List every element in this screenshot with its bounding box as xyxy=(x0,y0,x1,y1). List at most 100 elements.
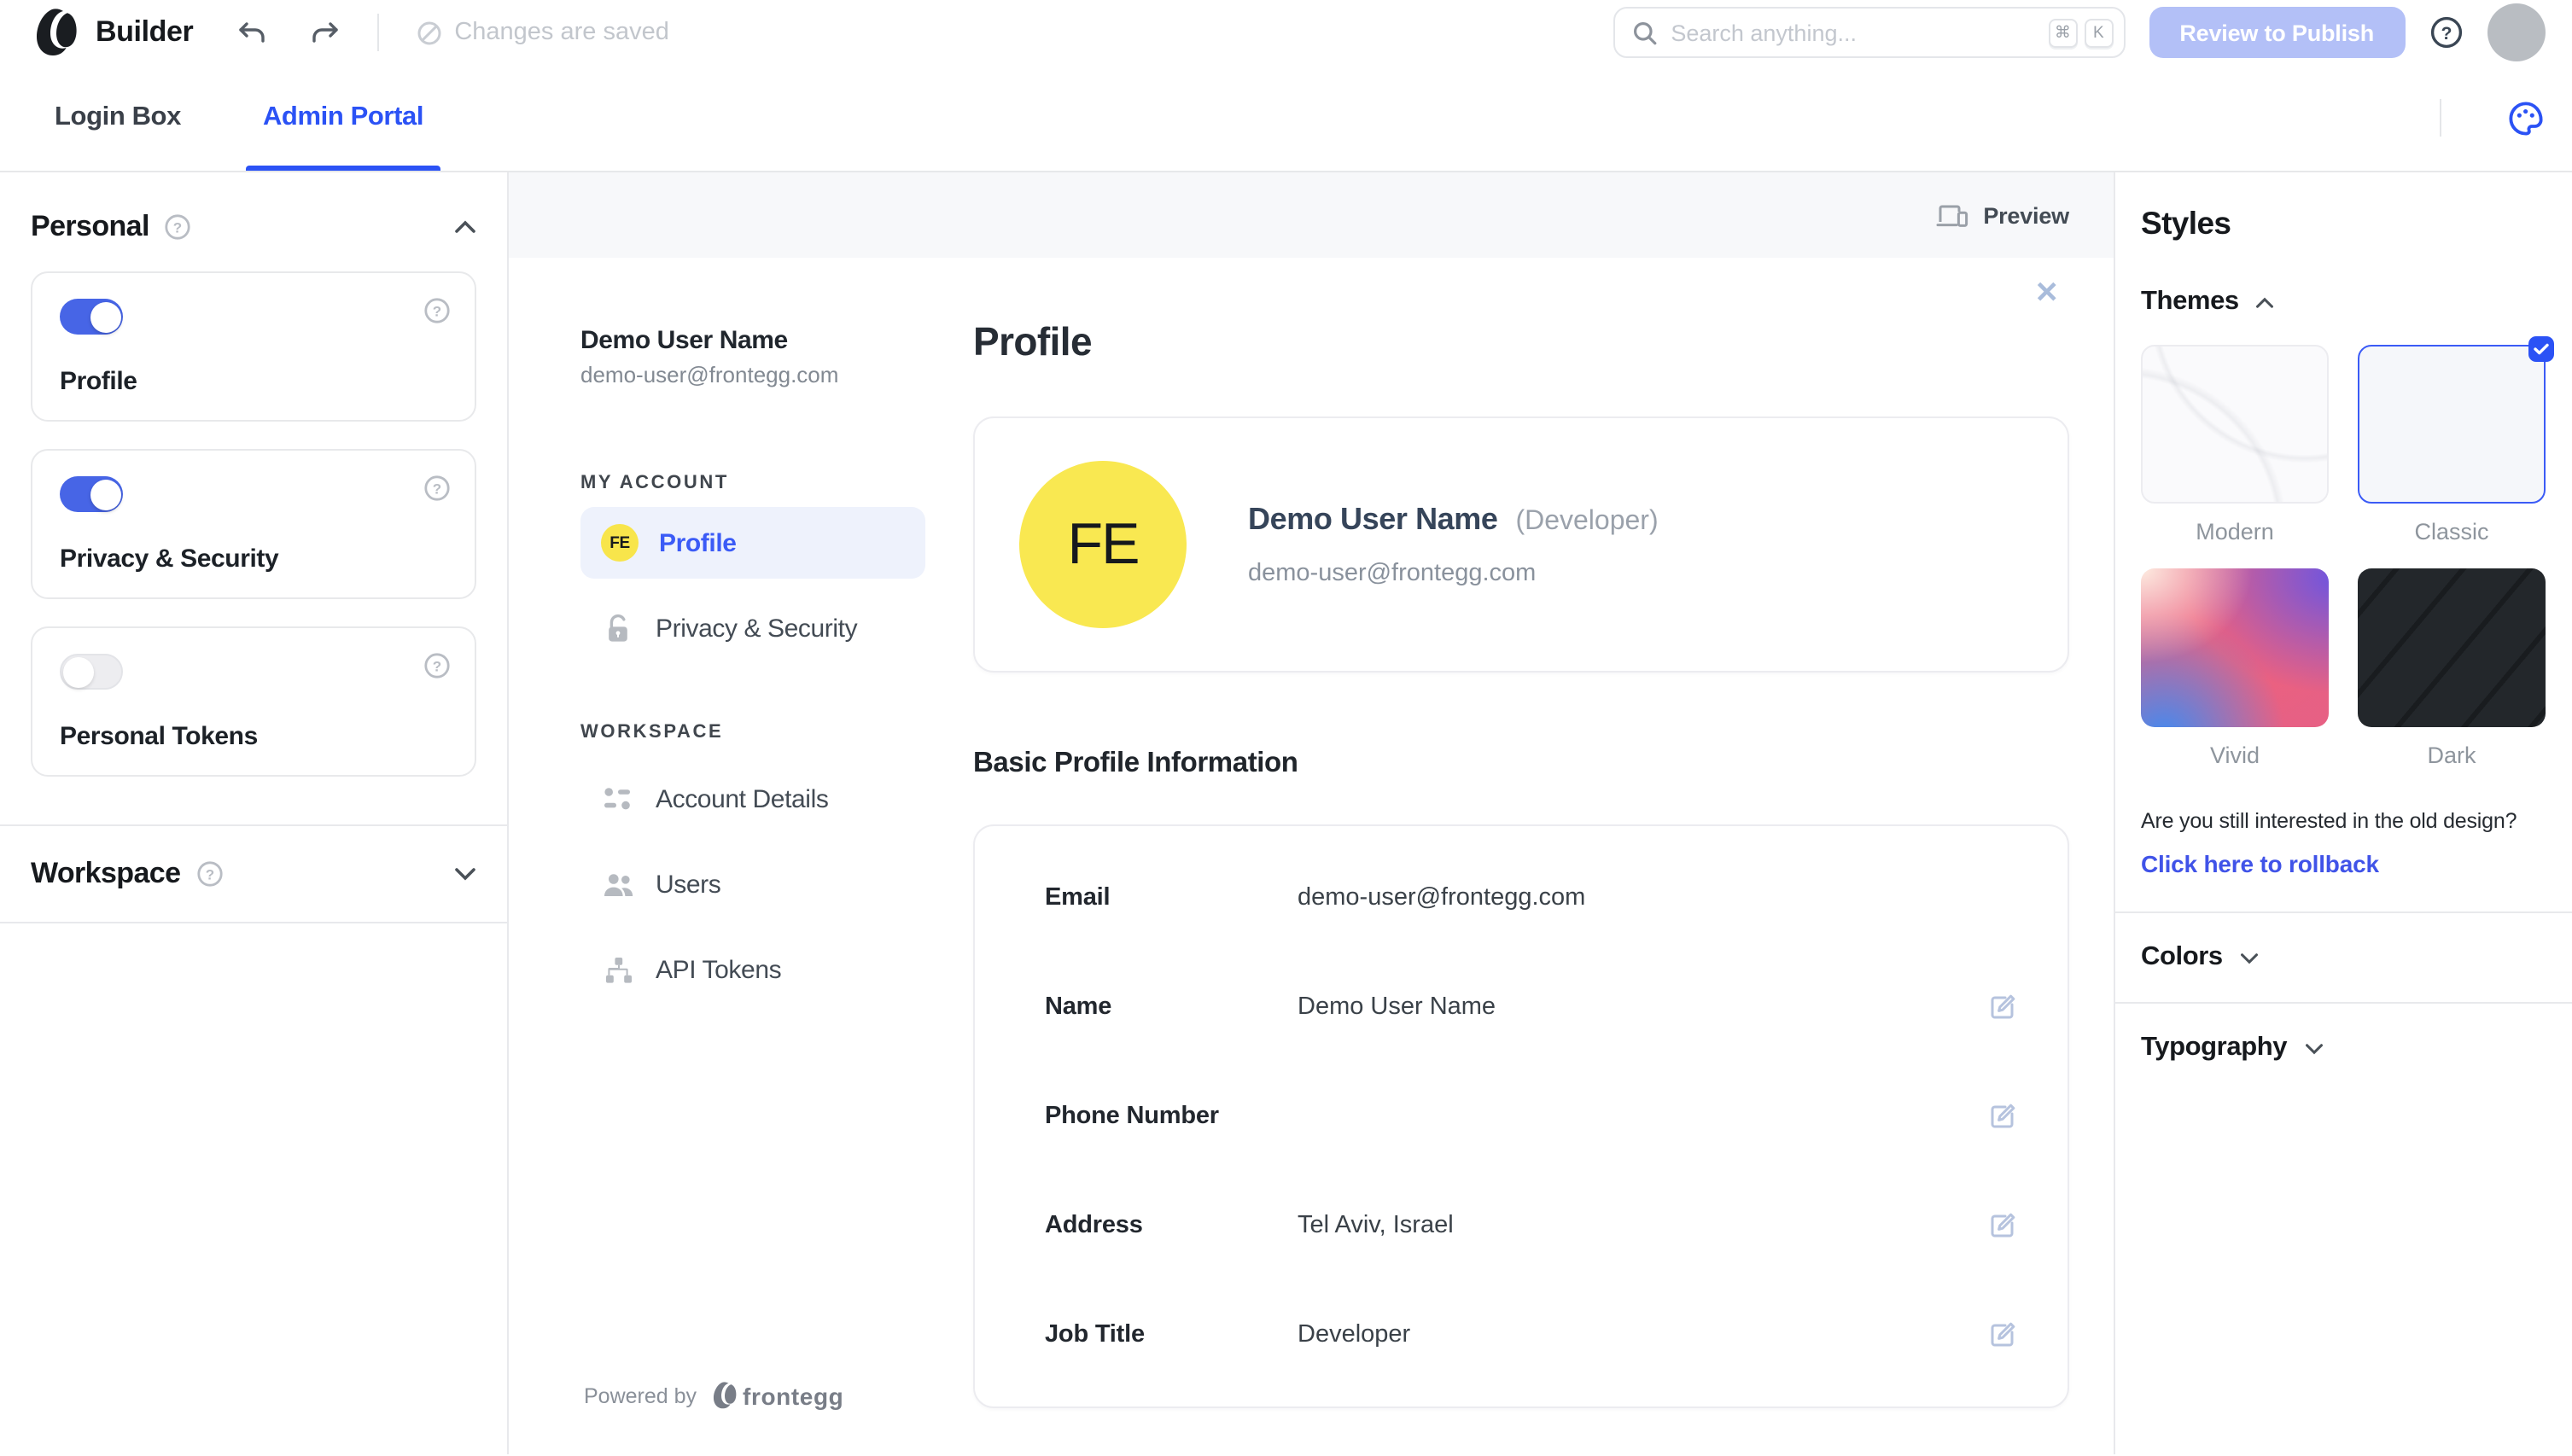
frontegg-brand-name: frontegg xyxy=(743,1382,844,1409)
undo-icon[interactable] xyxy=(237,20,266,45)
sidebar-divider xyxy=(0,824,507,826)
field-label: Email xyxy=(1045,884,1111,911)
personal-section-header: Personal ? xyxy=(31,210,476,244)
page-title: Profile xyxy=(973,319,1093,364)
personal-tokens-help-icon[interactable]: ? xyxy=(423,652,451,679)
field-label: Job Title xyxy=(1045,1321,1145,1348)
theme-option-modern[interactable]: Modern xyxy=(2141,345,2329,545)
feature-label: Privacy & Security xyxy=(60,545,279,574)
nav-item-privacy-security[interactable]: Privacy & Security xyxy=(580,592,925,664)
svg-text:?: ? xyxy=(433,303,441,319)
styles-panel: Styles Themes Modern Classic Vivid Dark … xyxy=(2114,172,2572,1454)
rollback-link[interactable]: Click here to rollback xyxy=(2141,850,2546,877)
colors-expand-chevron-down-icon xyxy=(2240,952,2258,964)
frontegg-logo-icon xyxy=(34,7,79,58)
search-input[interactable] xyxy=(1671,20,2035,45)
theme-option-dark[interactable]: Dark xyxy=(2358,568,2546,768)
field-row-email: Email demo-user@frontegg.com xyxy=(975,843,2068,952)
user-summary-card: FE Demo User Name (Developer) demo-user@… xyxy=(973,416,2069,673)
preview-bar: Preview xyxy=(509,172,2114,258)
preview-canvas: Preview ✕ Demo User Name demo-user@front… xyxy=(509,172,2114,1454)
svg-text:?: ? xyxy=(433,658,441,674)
field-label: Name xyxy=(1045,993,1112,1021)
workspace-help-icon[interactable]: ? xyxy=(195,860,223,888)
edit-icon[interactable] xyxy=(1989,1212,2016,1239)
personal-collapse-chevron-up-icon[interactable] xyxy=(454,220,476,234)
api-tokens-icon xyxy=(601,955,635,984)
builder-app: Builder Changes are saved Search anythin… xyxy=(0,0,2572,1456)
sidebar-divider xyxy=(0,922,507,923)
workspace-section-header: Workspace ? xyxy=(31,857,476,891)
nav-item-profile[interactable]: FE Profile xyxy=(580,507,925,579)
profile-user-name: Demo User Name xyxy=(1248,502,1498,536)
theme-option-vivid[interactable]: Vivid xyxy=(2141,568,2329,768)
tabs-divider xyxy=(2439,99,2441,137)
workspace-expand-chevron-down-icon[interactable] xyxy=(454,867,476,881)
tab-login-box[interactable]: Login Box xyxy=(48,65,188,171)
k-key-badge: K xyxy=(2084,18,2114,47)
privacy-security-help-icon[interactable]: ? xyxy=(423,475,451,502)
themes-header[interactable]: Themes xyxy=(2141,287,2546,317)
saved-slash-icon xyxy=(417,20,441,44)
search-icon xyxy=(1633,21,1656,44)
field-label: Phone Number xyxy=(1045,1103,1219,1130)
field-label: Address xyxy=(1045,1212,1143,1239)
profile-help-icon[interactable]: ? xyxy=(423,297,451,324)
nav-item-api-tokens[interactable]: API Tokens xyxy=(580,934,925,1005)
powered-by-footer: Powered by frontegg xyxy=(584,1381,843,1410)
svg-text:?: ? xyxy=(433,480,441,497)
users-icon xyxy=(601,871,635,897)
personal-help-icon[interactable]: ? xyxy=(165,213,192,241)
admin-portal-preview-modal: ✕ Demo User Name demo-user@frontegg.com … xyxy=(509,258,2114,1454)
feature-label: Profile xyxy=(60,367,137,396)
user-avatar[interactable] xyxy=(2487,3,2545,61)
nav-item-label: Account Details xyxy=(656,784,829,813)
svg-text:?: ? xyxy=(205,866,213,882)
theme-option-classic[interactable]: Classic xyxy=(2358,336,2554,545)
field-row-name: Name Demo User Name xyxy=(975,952,2068,1062)
typography-title: Typography xyxy=(2141,1033,2288,1062)
profile-toggle[interactable] xyxy=(60,299,123,335)
tab-admin-portal[interactable]: Admin Portal xyxy=(245,65,441,171)
privacy-security-toggle[interactable] xyxy=(60,476,123,512)
help-icon[interactable]: ? xyxy=(2429,15,2463,50)
typography-section-header[interactable]: Typography xyxy=(2141,1004,2546,1092)
theme-thumbnail-vivid[interactable] xyxy=(2141,568,2329,727)
field-value: Demo User Name xyxy=(1298,993,1496,1021)
edit-icon[interactable] xyxy=(1989,993,2016,1021)
top-header: Builder Changes are saved Search anythin… xyxy=(0,0,2572,65)
theme-thumbnail-modern[interactable] xyxy=(2141,345,2329,504)
themes-collapse-chevron-up-icon xyxy=(2256,296,2274,307)
cmd-key-badge: ⌘ xyxy=(2048,18,2078,47)
theme-grid: Modern Classic Vivid Dark xyxy=(2141,336,2554,792)
profile-avatar: FE xyxy=(1019,461,1187,628)
user-initials-badge: FE xyxy=(601,524,639,562)
theme-thumbnail-classic[interactable] xyxy=(2358,336,2554,504)
workspace-section-title: Workspace xyxy=(31,857,181,889)
theme-thumbnail-dark[interactable] xyxy=(2358,568,2546,727)
edit-icon[interactable] xyxy=(1989,1321,2016,1348)
feature-label: Personal Tokens xyxy=(60,722,258,751)
svg-text:?: ? xyxy=(2441,24,2452,44)
app-title: Builder xyxy=(96,15,194,48)
nav-item-users[interactable]: Users xyxy=(580,848,925,920)
palette-icon[interactable] xyxy=(2505,98,2545,137)
global-search[interactable]: ⌘ K xyxy=(1613,7,2126,58)
field-row-phone-number: Phone Number xyxy=(975,1062,2068,1171)
nav-item-account-details[interactable]: Account Details xyxy=(580,763,925,835)
theme-name: Vivid xyxy=(2209,743,2260,768)
save-status-text: Changes are saved xyxy=(454,19,669,46)
redo-icon[interactable] xyxy=(311,20,340,45)
svg-text:?: ? xyxy=(174,219,183,236)
review-to-publish-button[interactable]: Review to Publish xyxy=(2149,7,2405,58)
styles-title: Styles xyxy=(2141,205,2231,241)
basic-profile-card: Email demo-user@frontegg.com Name Demo U… xyxy=(973,824,2069,1408)
personal-tokens-toggle[interactable] xyxy=(60,654,123,690)
edit-icon[interactable] xyxy=(1989,1103,2016,1130)
portal-user-name: Demo User Name xyxy=(580,326,788,355)
portal-user-email: demo-user@frontegg.com xyxy=(580,362,839,387)
profile-user-role: (Developer) xyxy=(1515,507,1659,536)
close-icon[interactable]: ✕ xyxy=(2035,278,2060,307)
field-value: Developer xyxy=(1298,1321,1411,1348)
colors-section-header[interactable]: Colors xyxy=(2141,913,2546,1002)
